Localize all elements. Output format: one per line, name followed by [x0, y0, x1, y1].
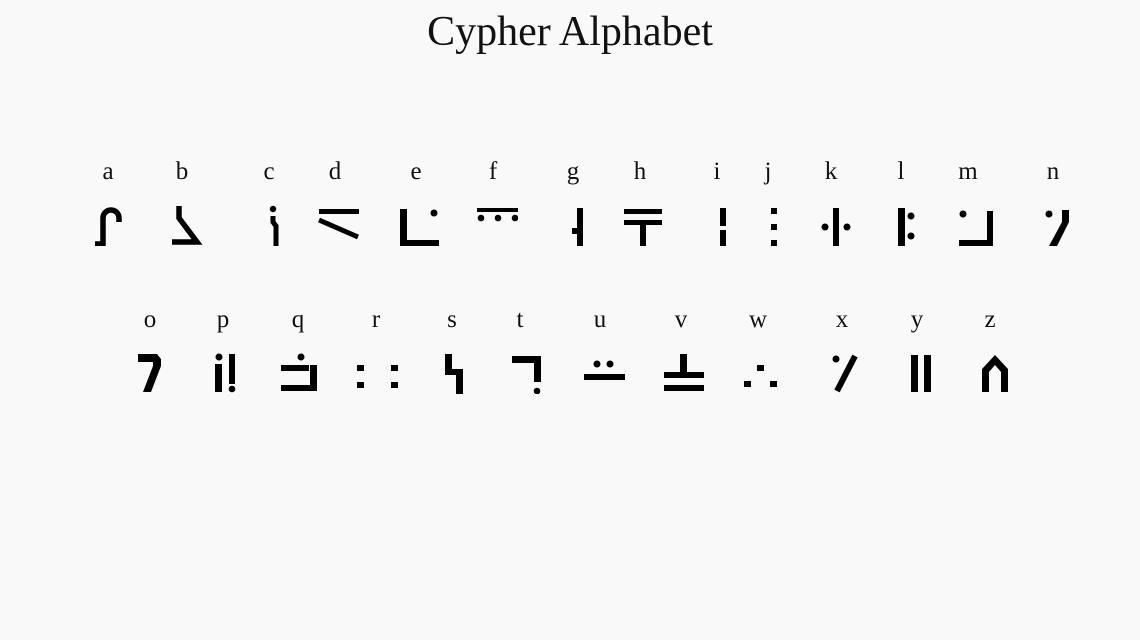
glyph-cell-z: z	[960, 306, 1020, 406]
inverted-t-over-bar-icon	[664, 354, 704, 391]
glyph-letter: n	[1046, 158, 1060, 185]
glyph-letter: m	[958, 158, 978, 185]
glyph-letter: z	[984, 306, 996, 333]
pointed-arch-icon	[982, 355, 1008, 392]
glyph-letter: g	[566, 158, 580, 185]
broken-vertical-icon	[720, 208, 726, 246]
dotted-bracket-icon	[281, 353, 317, 391]
dotted-bent-stroke-icon	[269, 205, 279, 246]
page-title: Cypher Alphabet	[427, 9, 713, 55]
three-square-dots-icon	[771, 208, 777, 246]
glyph-cell-y: y	[887, 306, 947, 406]
dot-with-reverse-l-icon	[959, 210, 993, 246]
glyph-letter: j	[764, 158, 772, 185]
glyph-cell-q: q	[268, 306, 328, 406]
glyph-letter: x	[835, 306, 849, 333]
glyph-cell-a: a	[78, 158, 138, 258]
glyph-cell-j: j	[738, 158, 798, 258]
glyph-letter: h	[633, 158, 647, 185]
stroke-with-left-notch-icon	[572, 208, 583, 246]
glyph-letter: q	[291, 306, 305, 333]
four-square-dots-icon	[357, 365, 398, 388]
glyph-cell-h: h	[610, 158, 670, 258]
hook-with-dot-icon	[512, 356, 541, 394]
glyph-letter: p	[216, 306, 230, 333]
glyph-cell-s: s	[422, 306, 482, 406]
zigzag-step-icon	[445, 354, 463, 394]
glyph-cell-m: m	[938, 158, 998, 258]
glyph-letter: d	[328, 158, 342, 185]
slanted-angle-icon	[172, 206, 203, 245]
glyph-cell-v: v	[651, 306, 711, 406]
stroke-with-side-dots-icon	[821, 208, 851, 246]
two-dots-over-bar-icon	[584, 360, 625, 380]
glyph-letter: k	[824, 158, 838, 185]
glyph-letter: v	[674, 306, 688, 333]
glyph-letter: e	[410, 158, 422, 185]
glyph-letter: a	[102, 158, 114, 185]
glyph-letter: c	[263, 158, 275, 185]
therefore-dots-icon	[744, 365, 777, 387]
i-and-exclamation-icon	[215, 353, 236, 393]
dot-with-slanted-hook-icon	[1045, 210, 1069, 246]
glyph-letter: b	[175, 158, 189, 185]
glyph-letter: l	[897, 158, 905, 185]
glyph-cell-k: k	[801, 158, 861, 258]
glyph-letter: f	[488, 158, 498, 185]
bar-over-slash-icon	[318, 209, 359, 240]
stroke-with-colon-icon	[898, 208, 915, 246]
glyph-letter: w	[748, 306, 768, 333]
dot-with-slash-icon	[832, 354, 858, 393]
glyph-cell-x: x	[812, 306, 872, 406]
glyph-cell-t: t	[490, 306, 550, 406]
glyph-cell-o: o	[120, 306, 180, 406]
glyph-letter: s	[447, 306, 457, 333]
double-vertical-bars-icon	[911, 355, 931, 392]
glyph-letter: o	[143, 306, 157, 333]
glyph-cell-l: l	[871, 158, 931, 258]
glyph-letter: r	[371, 306, 381, 333]
glyph-cell-u: u	[570, 306, 630, 406]
glyph-cell-p: p	[193, 306, 253, 406]
glyph-cell-r: r	[346, 306, 406, 406]
glyph-cell-n: n	[1023, 158, 1083, 258]
glyph-letter: y	[910, 306, 924, 333]
seven-shape-icon	[138, 354, 161, 392]
glyph-letter: u	[593, 306, 607, 333]
double-bar-with-stem-icon	[624, 209, 662, 246]
bar-over-three-dots-icon	[477, 208, 518, 222]
glyph-letter: t	[516, 306, 524, 333]
glyph-cell-d: d	[305, 158, 365, 258]
glyph-cell-e: e	[386, 158, 446, 258]
hook-arch-icon	[95, 207, 122, 246]
glyph-cell-w: w	[728, 306, 788, 406]
glyph-cell-g: g	[543, 158, 603, 258]
glyph-cell-b: b	[152, 158, 212, 258]
glyph-cell-f: f	[463, 158, 523, 258]
l-corner-with-dot-icon	[400, 209, 439, 246]
glyph-cell-c: c	[239, 158, 299, 258]
